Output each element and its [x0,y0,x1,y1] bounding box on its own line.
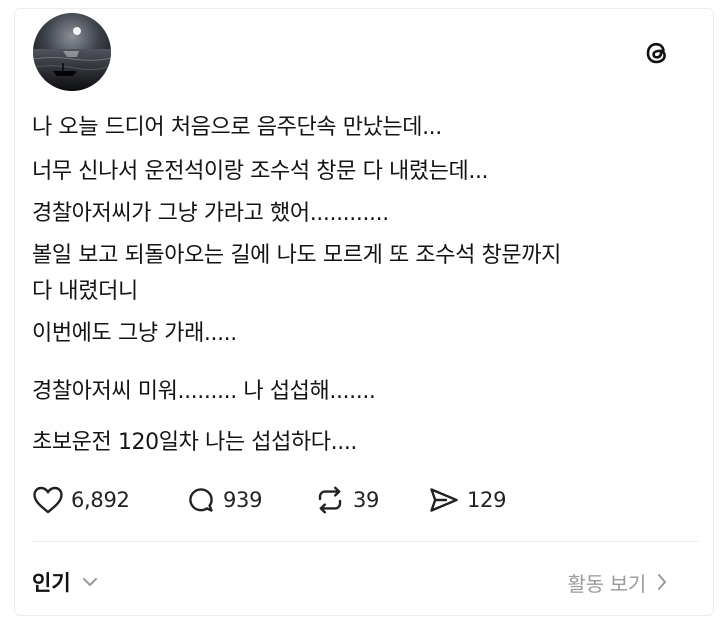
post-text-line: 너무 신나서 운전석이랑 조수석 창문 다 내렸는데... [32,159,489,184]
divider [32,541,698,542]
repost-icon [318,486,342,514]
comment-button[interactable]: 939 [186,480,262,520]
threads-logo-icon[interactable] [640,36,674,70]
heart-icon [33,486,63,514]
chevron-down-icon [82,578,97,586]
repost-count: 39 [353,488,380,512]
post-card [14,8,714,616]
post-text-line: 초보운전 120일차 나는 섭섭하다.... [32,430,358,455]
sort-label: 인기 [32,571,71,595]
avatar[interactable] [33,13,111,91]
repost-button[interactable]: 39 [314,480,379,520]
avatar-image [33,13,111,91]
share-count: 129 [467,488,507,512]
chevron-right-icon [658,574,666,590]
post-text-line: 볼일 보고 되돌아오는 길에 나도 모르게 또 조수석 창문까지 [32,243,561,268]
send-icon [430,488,458,512]
comment-bubble-icon [189,488,213,512]
view-activity-label: 활동 보기 [567,571,647,596]
view-activity-link[interactable]: 활동 보기 [568,564,668,600]
like-count: 6,892 [71,488,130,512]
post-text-line: 이번에도 그냥 가래..... [32,321,237,346]
comment-count: 939 [223,488,263,512]
post-text-line: 경찰아저씨가 그냥 가라고 했어............ [32,201,389,226]
post-text-line: 경찰아저씨 미워......... 나 섭섭해....... [32,379,376,404]
post-text-line: 나 오늘 드디어 처음으로 음주단속 만났는데... [32,115,442,140]
share-button[interactable]: 129 [428,480,506,520]
sort-dropdown[interactable]: 인기 [32,564,99,600]
post-text-line: 다 내렸더니 [32,279,138,304]
like-button[interactable]: 6,892 [32,480,130,520]
